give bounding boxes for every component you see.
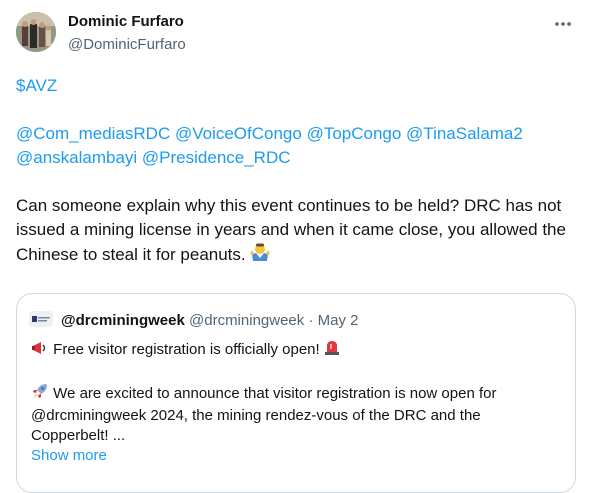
author-handle[interactable]: @DominicFurfaro	[68, 36, 186, 53]
author-name[interactable]: Dominic Furfaro	[68, 13, 184, 30]
mentions-line-1[interactable]: @Com_mediasRDC @VoiceOfCongo @TopCongo @…	[16, 122, 576, 146]
quoted-date[interactable]: May 2	[318, 312, 359, 329]
quoted-line-2: We are excited to announce that visitor …	[31, 385, 497, 444]
quoted-text: Free visitor registration is officially …	[31, 338, 561, 466]
author-avatar[interactable]	[16, 12, 56, 52]
more-options-icon[interactable]	[552, 14, 574, 34]
quoted-line-1: Free visitor registration is officially …	[53, 341, 320, 358]
mentions-line-2[interactable]: @anskalambayi @Presidence_RDC	[16, 146, 576, 170]
tweet-text: Can someone explain why this event conti…	[16, 196, 566, 264]
siren-icon	[324, 338, 340, 362]
quoted-tweet[interactable]: @drcminingweek @drcminingweek · May 2 Fr…	[16, 293, 576, 493]
tweet-body: $AVZ @Com_mediasRDC @VoiceOfCongo @TopCo…	[16, 74, 576, 269]
quoted-avatar	[29, 311, 53, 327]
quoted-handle[interactable]: @drcminingweek	[189, 312, 304, 329]
quoted-header: @drcminingweek @drcminingweek · May 2	[61, 311, 358, 331]
rocket-icon	[31, 382, 49, 406]
quoted-name[interactable]: @drcminingweek	[61, 312, 185, 329]
cashtag-link[interactable]: $AVZ	[16, 76, 57, 95]
megaphone-icon	[31, 340, 49, 362]
quoted-separator: ·	[308, 312, 314, 329]
show-more-link[interactable]: Show more	[31, 447, 107, 464]
person-shrugging-icon	[250, 242, 270, 269]
tweet-card: Dominic Furfaro @DominicFurfaro $AVZ @Co…	[0, 0, 590, 493]
